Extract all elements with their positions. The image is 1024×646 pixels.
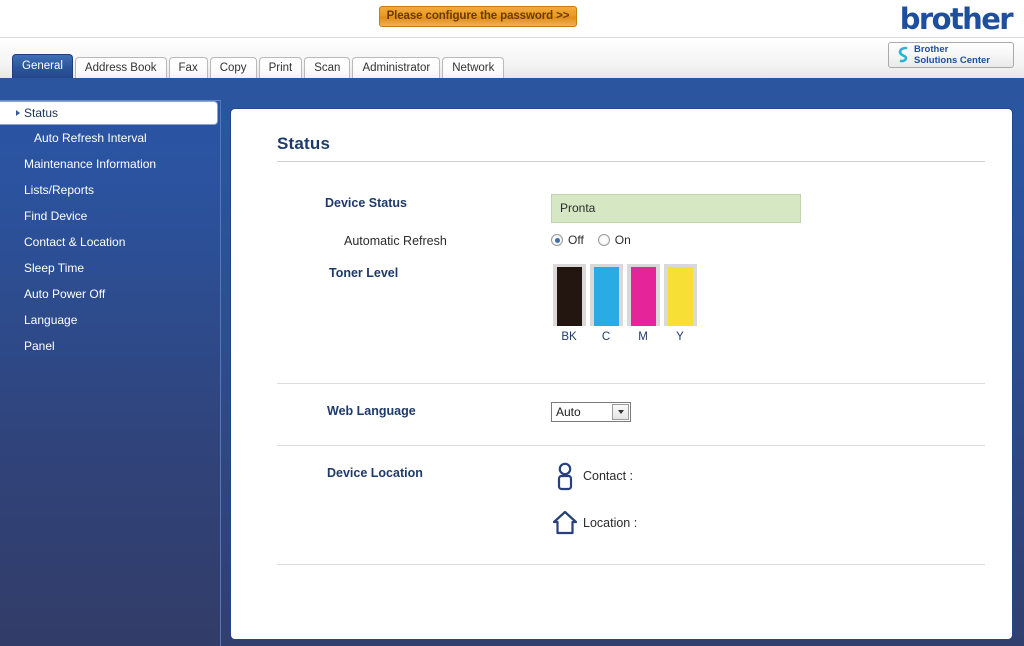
- toner-gauges: BK C M Y: [551, 264, 699, 343]
- tab-fax[interactable]: Fax: [168, 57, 208, 78]
- contact-line: Contact :: [551, 461, 633, 491]
- person-icon: [551, 461, 579, 491]
- title-divider: [277, 161, 985, 162]
- tab-bar: General Address Book Fax Copy Print Scan Admin…: [0, 38, 1024, 78]
- sidebar-item-lists-reports[interactable]: Lists/Reports: [0, 177, 220, 203]
- section-divider-3: [277, 564, 985, 565]
- toner-gauge-m: M: [625, 264, 661, 343]
- tab-scan[interactable]: Scan: [304, 57, 351, 78]
- sidebar-item-maintenance-information[interactable]: Maintenance Information: [0, 151, 220, 177]
- toner-shell: [626, 264, 660, 326]
- toner-label: Y: [676, 331, 684, 343]
- refresh-on-radio[interactable]: [597, 234, 610, 246]
- device-status-label: Device Status: [325, 196, 407, 210]
- browser-page: Please configure the password >> brother…: [0, 0, 1024, 646]
- sidebar-item-auto-power-off[interactable]: Auto Power Off: [0, 281, 220, 307]
- tab-list: General Address Book Fax Copy Print Scan Admin…: [12, 54, 506, 78]
- sidebar-item-find-device[interactable]: Find Device: [0, 203, 220, 229]
- tab-print[interactable]: Print: [258, 57, 303, 78]
- automatic-refresh-label: Automatic Refresh: [344, 234, 447, 248]
- sidebar-item-auto-refresh-interval[interactable]: Auto Refresh Interval: [0, 125, 220, 151]
- web-language-value: Auto: [556, 405, 581, 419]
- refresh-on-label: On: [614, 233, 631, 247]
- toner-fill: [667, 267, 693, 326]
- section-divider-1: [277, 383, 985, 384]
- home-icon: [551, 508, 579, 538]
- sidebar-item-contact-location[interactable]: Contact & Location: [0, 229, 220, 255]
- bsc-line1: Brother: [914, 44, 949, 55]
- sidebar-item-language[interactable]: Language: [0, 307, 220, 333]
- web-language-select[interactable]: Auto: [551, 402, 631, 422]
- tab-copy[interactable]: Copy: [209, 57, 257, 78]
- toner-fill: [630, 267, 656, 326]
- sidebar-item-sleep-time[interactable]: Sleep Time: [0, 255, 220, 281]
- sidebar-nav: Status Auto Refresh Interval Maintenance I…: [0, 100, 221, 646]
- toner-label: BK: [561, 331, 577, 343]
- tab-network[interactable]: Network: [442, 57, 505, 78]
- toner-label: C: [601, 331, 611, 343]
- refresh-off-label: Off: [568, 233, 584, 247]
- top-banner: Please configure the password >> brother: [0, 0, 1024, 38]
- sidebar-item-label: Status: [24, 106, 59, 120]
- page-title: Status: [277, 134, 331, 153]
- toner-fill: [593, 267, 619, 326]
- tab-administrator[interactable]: Administrator: [352, 57, 441, 78]
- sidebar-item-panel[interactable]: Panel: [0, 333, 220, 359]
- brother-logo: brother: [899, 2, 1014, 36]
- refresh-off-radio[interactable]: [551, 234, 563, 246]
- sidebar-item-status[interactable]: Status: [0, 101, 218, 125]
- toner-label: M: [638, 331, 648, 343]
- device-location-label: Device Location: [327, 466, 423, 480]
- tab-general[interactable]: General: [12, 54, 73, 78]
- content-panel: Status Device Status Pronta Automatic Re…: [230, 108, 1013, 640]
- toner-level-label: Toner Level: [329, 266, 399, 280]
- toner-shell: [552, 264, 586, 326]
- brother-solutions-center-button[interactable]: Brother Solutions Center: [888, 42, 1014, 68]
- device-status-value: Pronta: [551, 194, 801, 223]
- tab-address-book[interactable]: Address Book: [74, 57, 167, 78]
- section-divider-2: [277, 445, 985, 446]
- toner-gauge-bk: BK: [551, 264, 587, 343]
- caret-right-icon: [16, 110, 20, 116]
- toner-shell: [663, 264, 697, 326]
- configure-password-button[interactable]: Please configure the password >>: [379, 6, 577, 27]
- contact-label: Contact :: [583, 469, 634, 483]
- toner-shell: [589, 264, 623, 326]
- toner-fill: [556, 267, 582, 326]
- bsc-line2: Solutions Center: [914, 55, 991, 66]
- location-label: Location :: [583, 516, 638, 530]
- toner-gauge-y: Y: [662, 264, 698, 343]
- location-line: Location :: [551, 508, 637, 538]
- brother-swirl-icon: [892, 44, 914, 66]
- chevron-down-icon[interactable]: [612, 404, 629, 420]
- automatic-refresh-radios: Off On: [551, 233, 645, 247]
- web-language-label: Web Language: [327, 404, 416, 418]
- bsc-label: Brother Solutions Center: [914, 44, 990, 66]
- top-blue-band: [0, 78, 1024, 100]
- toner-gauge-c: C: [588, 264, 624, 343]
